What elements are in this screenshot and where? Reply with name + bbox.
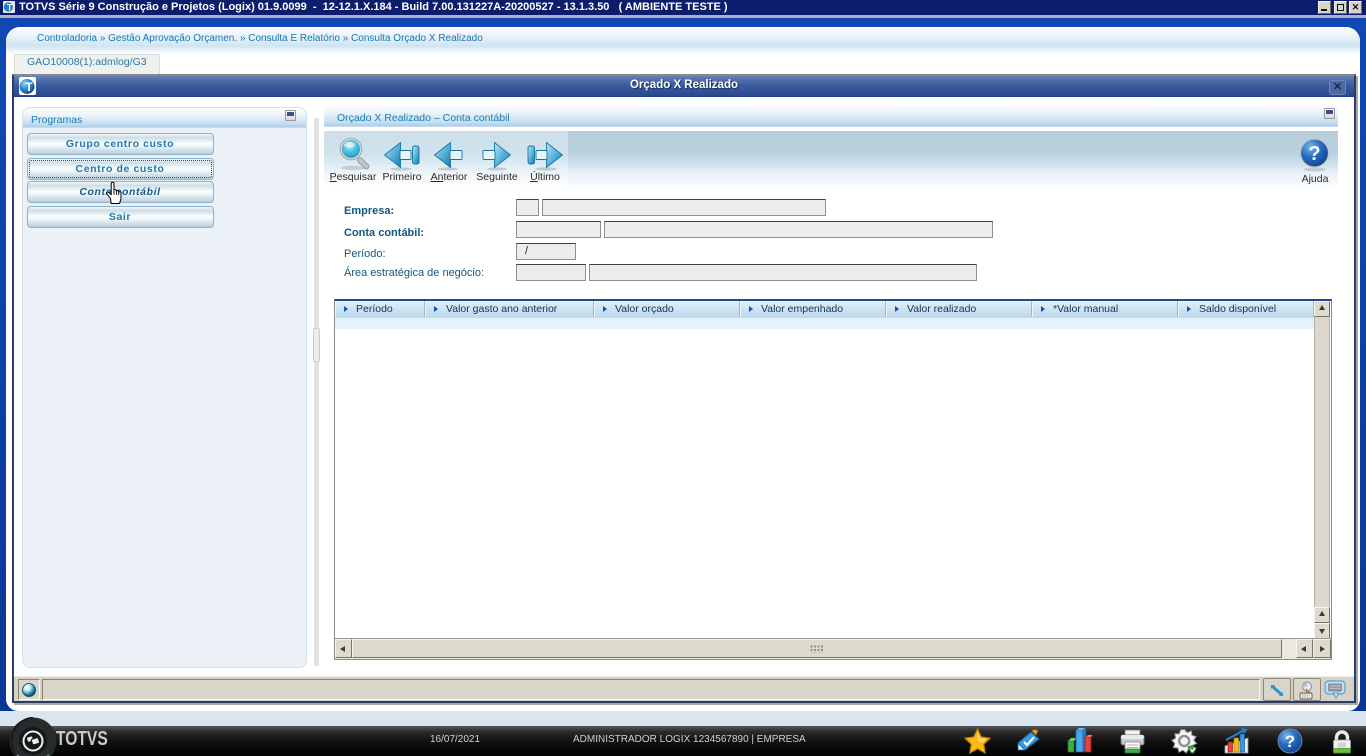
svg-text:?: ? [1308,143,1320,165]
svg-text:?: ? [1285,732,1295,751]
svg-text:T: T [7,2,13,12]
